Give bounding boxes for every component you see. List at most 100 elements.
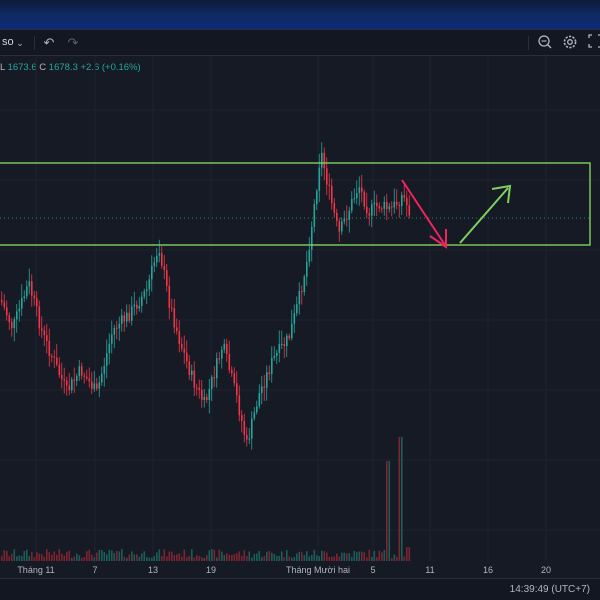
candle-body bbox=[218, 358, 221, 360]
volume-bar bbox=[133, 554, 136, 561]
price-chart[interactable] bbox=[0, 56, 600, 562]
candle-body bbox=[33, 295, 36, 299]
volume-bar bbox=[46, 549, 48, 561]
time-axis-tick: 16 bbox=[482, 565, 494, 575]
volume-bar bbox=[128, 554, 131, 561]
candle-body bbox=[398, 204, 401, 206]
candle-body bbox=[211, 377, 213, 390]
volume-bar bbox=[253, 553, 256, 561]
volume-bar bbox=[398, 437, 401, 561]
volume-bar bbox=[203, 557, 206, 561]
volume-bar bbox=[43, 556, 46, 561]
volume-bar bbox=[41, 554, 43, 561]
candle-body bbox=[26, 286, 28, 297]
candle-body bbox=[121, 315, 123, 324]
candle-body bbox=[283, 343, 286, 347]
time-axis[interactable]: Tháng 11 7 13 19 Tháng Mười hai 5 11 16 20 bbox=[0, 562, 600, 578]
candle-body bbox=[196, 387, 198, 389]
volume-bar bbox=[118, 551, 121, 561]
volume-bar bbox=[391, 557, 393, 561]
time-axis-tick: 5 bbox=[370, 565, 376, 575]
volume-bar bbox=[351, 556, 353, 561]
candle-body bbox=[98, 382, 101, 389]
volume-bar bbox=[401, 437, 403, 561]
time-axis-tick: 20 bbox=[540, 565, 552, 575]
volume-bar bbox=[308, 556, 311, 561]
candle-body bbox=[208, 389, 211, 401]
volume-bar bbox=[36, 552, 38, 561]
volume-bar bbox=[83, 557, 86, 561]
candle-body bbox=[53, 356, 56, 358]
candle-body bbox=[148, 279, 151, 290]
candle-body bbox=[258, 392, 261, 407]
candle-body bbox=[91, 381, 93, 389]
candle-body bbox=[286, 335, 288, 347]
candle-body bbox=[146, 289, 148, 292]
candle-body bbox=[383, 201, 386, 209]
candle-body bbox=[96, 383, 98, 389]
volume-bar bbox=[181, 556, 183, 561]
volume-bar bbox=[73, 556, 76, 561]
volume-bar bbox=[96, 552, 98, 561]
candle-body bbox=[81, 366, 83, 376]
volume-bar bbox=[318, 556, 321, 561]
volume-bar bbox=[171, 551, 173, 561]
candle-body bbox=[126, 312, 128, 322]
time-axis-tick: 11 bbox=[425, 565, 435, 575]
symbol-label[interactable]: so bbox=[2, 36, 14, 48]
clock: 14:39:49 (UTC+7) bbox=[509, 584, 590, 595]
up-arrow bbox=[459, 184, 512, 244]
volume-bar bbox=[146, 557, 148, 561]
candle-body bbox=[368, 213, 371, 216]
candle-body bbox=[273, 355, 276, 358]
volume-bar bbox=[348, 553, 351, 561]
volume-bar bbox=[23, 551, 26, 561]
volume-bar bbox=[51, 554, 53, 561]
candle-body bbox=[241, 415, 243, 422]
volume-bar bbox=[101, 549, 103, 561]
candle-body bbox=[163, 265, 166, 271]
candle-body bbox=[296, 304, 298, 314]
volume-bar bbox=[211, 549, 213, 561]
volume-bar bbox=[243, 550, 246, 561]
volume-bar bbox=[68, 550, 71, 561]
volume-bar bbox=[173, 554, 176, 561]
candle-body bbox=[153, 262, 156, 267]
candle-body bbox=[23, 296, 26, 299]
candle-body bbox=[216, 358, 218, 379]
volume-bar bbox=[376, 557, 378, 561]
candle-body bbox=[261, 386, 263, 393]
candle-body bbox=[68, 385, 71, 391]
zoom-icon[interactable] bbox=[536, 34, 554, 52]
candle-body bbox=[393, 201, 396, 208]
volume-bar bbox=[3, 550, 6, 561]
volume-bar bbox=[121, 549, 123, 561]
volume-bar bbox=[303, 555, 306, 561]
volume-bar bbox=[168, 551, 171, 561]
candle-body bbox=[228, 353, 231, 371]
volume-bar bbox=[343, 552, 346, 561]
candle-body bbox=[141, 296, 143, 306]
volume-bar bbox=[331, 556, 333, 561]
candle-body bbox=[38, 306, 41, 329]
candle-body bbox=[331, 185, 333, 204]
redo-icon[interactable]: ↷ bbox=[64, 34, 82, 52]
undo-icon[interactable]: ↶ bbox=[40, 34, 58, 52]
fullscreen-icon[interactable] bbox=[586, 34, 600, 52]
candle-body bbox=[11, 322, 13, 329]
candle-body bbox=[3, 302, 6, 308]
volume-bar bbox=[143, 551, 146, 561]
volume-bar bbox=[208, 550, 211, 561]
candle-body bbox=[161, 253, 163, 266]
candle-body bbox=[328, 184, 331, 186]
volume-bar bbox=[341, 552, 343, 561]
time-axis-tick: 19 bbox=[205, 565, 217, 575]
candle-body bbox=[128, 312, 131, 321]
candle-body bbox=[288, 335, 291, 339]
chevron-down-icon[interactable]: ⌄ bbox=[14, 34, 26, 52]
candles bbox=[1, 142, 411, 450]
candle-body bbox=[156, 255, 158, 263]
candle-body bbox=[166, 270, 168, 286]
gear-icon[interactable] bbox=[561, 34, 579, 52]
candle-body bbox=[326, 168, 328, 185]
